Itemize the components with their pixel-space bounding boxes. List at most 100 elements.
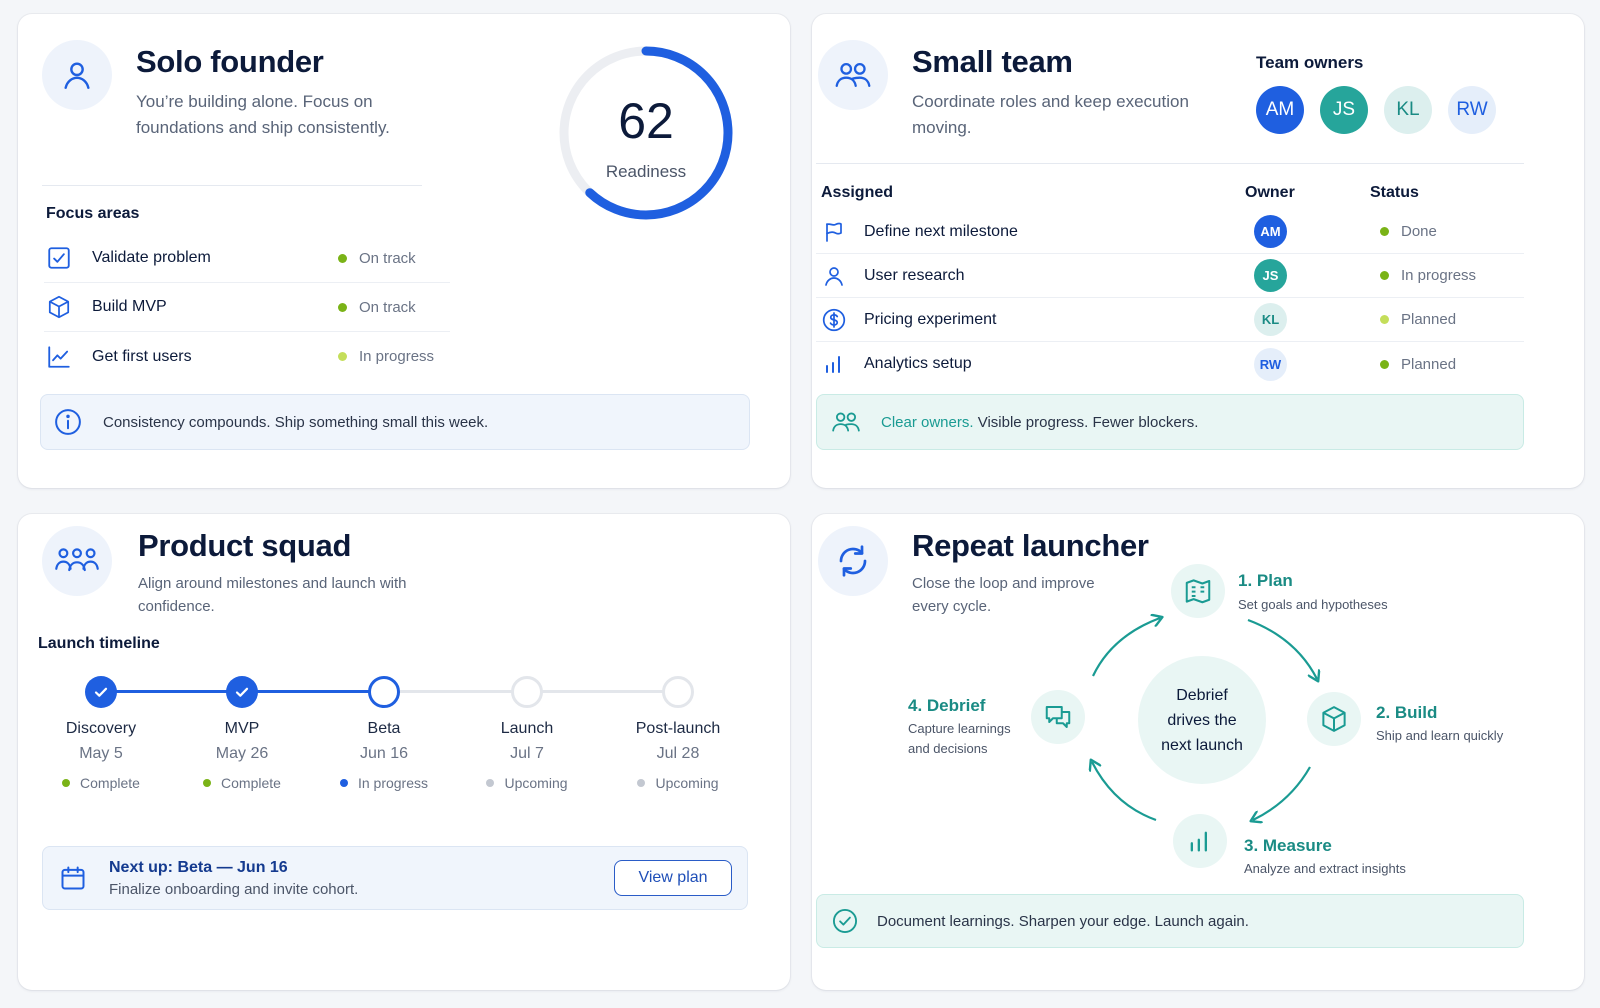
status-text: On track: [359, 249, 416, 267]
status-badge: In progress: [1380, 267, 1476, 284]
status-text: Planned: [1401, 355, 1457, 373]
arrow: [1092, 762, 1157, 822]
status-badge: Planned: [1380, 356, 1456, 373]
bar-chart-icon: [816, 352, 852, 376]
table-row[interactable]: Analytics setup RW Planned: [816, 342, 1524, 386]
next-up-description: Finalize onboarding and invite cohort.: [109, 880, 359, 898]
milestone-check-icon[interactable]: [226, 676, 258, 708]
subtitle-line: You’re building alone. Focus on: [136, 92, 373, 111]
column-header-assigned: Assigned: [821, 184, 894, 201]
avatar[interactable]: AM: [1254, 215, 1287, 248]
subtitle-line: confidence.: [138, 598, 215, 615]
card-subtitle: Coordinate roles and keep execution movi…: [912, 89, 1189, 141]
milestone-date: Jul 7: [510, 745, 544, 762]
step-title: 4. Debrief: [908, 696, 986, 715]
milestone-upcoming-node[interactable]: [511, 676, 543, 708]
status-badge: On track: [338, 299, 416, 316]
banner-text: Document learnings. Sharpen your edge. L…: [877, 912, 1249, 930]
status-badge: Complete: [172, 775, 312, 791]
focus-item[interactable]: Get first users In progress: [44, 332, 450, 381]
status-text: In progress: [359, 348, 435, 365]
checkbox-icon: [44, 245, 74, 271]
status-dot: [339, 779, 348, 787]
bar-chart-icon[interactable]: [1173, 814, 1227, 868]
map-icon[interactable]: [1171, 564, 1225, 618]
task-label: Define next milestone: [864, 222, 1018, 240]
table-row[interactable]: Define next milestone AM Done: [816, 210, 1524, 254]
repeat-banner: Document learnings. Sharpen your edge. L…: [816, 894, 1524, 948]
task-label: Pricing experiment: [864, 310, 997, 328]
avatar[interactable]: JS: [1320, 86, 1368, 134]
avatar[interactable]: KL: [1384, 86, 1432, 134]
column-header-status: Status: [1370, 184, 1419, 201]
milestone-name: Discovery: [65, 720, 137, 737]
subtitle-line: foundations and ship consistently.: [136, 118, 390, 137]
divider: [42, 185, 422, 186]
team-owners-label: Team owners: [1256, 53, 1364, 72]
status-text: Upcoming: [655, 775, 719, 791]
status-badge: Complete: [31, 775, 171, 791]
card-subtitle: Align around milestones and launch with …: [138, 572, 407, 618]
milestone-date: May 5: [79, 745, 123, 762]
status-badge: Done: [1380, 223, 1437, 240]
view-plan-button[interactable]: View plan: [614, 860, 732, 896]
milestone-name: MVP: [224, 720, 260, 737]
product-squad-card: Product squad Align around milestones an…: [18, 514, 790, 990]
milestone-current-node[interactable]: [368, 676, 400, 708]
cube-icon[interactable]: [1307, 692, 1361, 746]
status-dot: [203, 779, 212, 787]
avatar[interactable]: AM: [1256, 86, 1304, 134]
team-banner: Clear owners. Visible progress. Fewer bl…: [816, 394, 1524, 450]
tip-banner: Consistency compounds. Ship something sm…: [40, 394, 750, 450]
avatar[interactable]: KL: [1254, 303, 1287, 336]
focus-item[interactable]: Build MVP On track: [44, 283, 450, 332]
task-label: Analytics setup: [864, 355, 972, 372]
chat-icon[interactable]: [1031, 690, 1085, 744]
status-dot: [338, 253, 347, 263]
focus-item[interactable]: Validate problem On track: [44, 234, 450, 283]
table-row[interactable]: User research JS In progress: [816, 254, 1524, 298]
status-text: Planned: [1401, 311, 1457, 328]
milestone-upcoming-node[interactable]: [662, 676, 694, 708]
step-description: Ship and learn quickly: [1376, 728, 1504, 743]
status-text: Done: [1401, 223, 1437, 240]
avatar[interactable]: JS: [1254, 259, 1287, 292]
subtitle-line: Coordinate roles and keep execution: [912, 92, 1189, 111]
status-badge: Upcoming: [608, 775, 748, 791]
status-text: In progress: [1401, 267, 1477, 284]
trend-chart-icon: [44, 344, 74, 370]
status-dot: [338, 302, 347, 312]
milestone-date: Jun 16: [359, 745, 409, 762]
milestone-name: Post-launch: [635, 720, 721, 737]
status-dot: [1380, 227, 1389, 236]
users-icon: [818, 40, 888, 110]
divider: [816, 163, 1524, 164]
milestone-name: Launch: [500, 720, 554, 737]
table-row[interactable]: Pricing experiment KL Planned: [816, 298, 1524, 342]
user-icon: [42, 40, 112, 110]
subtitle-line: moving.: [912, 118, 972, 137]
status-text: Complete: [221, 775, 281, 791]
cycle-center: Debrief drives the next launch: [1138, 656, 1266, 784]
avatar[interactable]: RW: [1448, 86, 1496, 134]
card-title: Product squad: [138, 528, 352, 563]
step-title: 2. Build: [1376, 703, 1438, 722]
calendar-icon: [59, 864, 87, 892]
check-circle-icon: [831, 907, 859, 935]
readiness-label: Readiness: [605, 162, 687, 181]
status-badge: Planned: [1380, 311, 1456, 328]
focus-item-label: Build MVP: [92, 298, 167, 315]
milestone-check-icon[interactable]: [85, 676, 117, 708]
status-text: Complete: [80, 775, 140, 791]
center-text: drives the: [1167, 711, 1237, 729]
avatar[interactable]: RW: [1254, 347, 1287, 381]
subtitle-line: Align around milestones and launch with: [138, 575, 407, 592]
arrow: [1092, 618, 1160, 677]
focus-areas-label: Focus areas: [46, 205, 140, 222]
card-title: Solo founder: [136, 44, 324, 79]
milestone-date: Jul 28: [656, 745, 700, 762]
solo-founder-card: Solo founder You’re building alone. Focu…: [18, 14, 790, 488]
status-dot: [1380, 271, 1389, 280]
status-dot: [62, 779, 71, 787]
banner-highlight: Clear owners.: [881, 413, 974, 431]
